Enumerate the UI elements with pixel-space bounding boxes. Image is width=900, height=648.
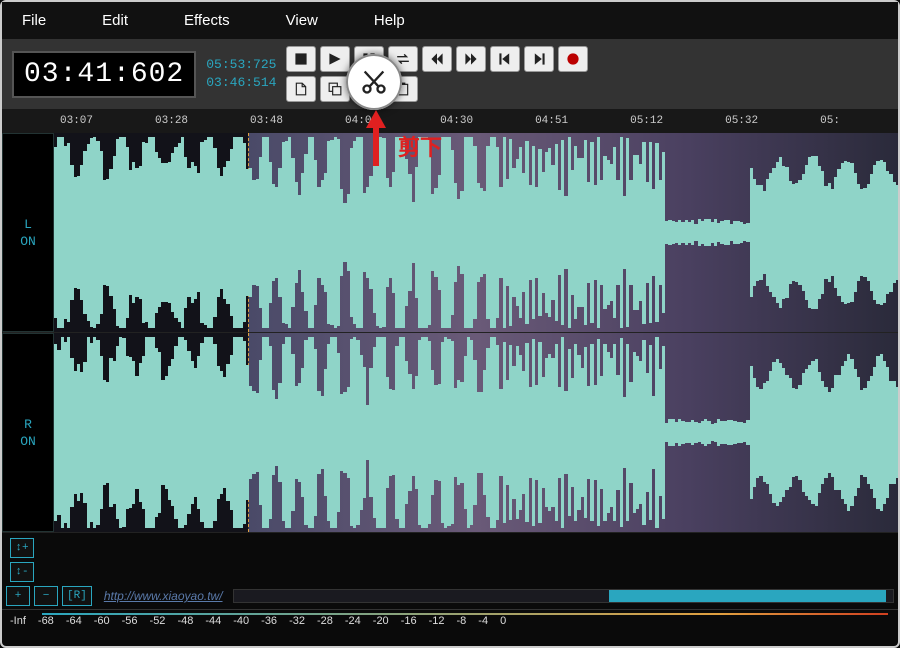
channel-state: ON [20, 434, 36, 449]
menu-bar: File Edit Effects View Help [2, 2, 898, 39]
cut-button-callout [346, 54, 402, 110]
menu-file[interactable]: File [14, 8, 54, 33]
menu-edit[interactable]: Edit [94, 8, 136, 33]
rewind-button[interactable] [422, 46, 452, 72]
scrollbar-thumb[interactable] [609, 590, 886, 602]
db-meter-scale: -Inf -68 -64 -60 -56 -52 -48 -44 -40 -36… [2, 609, 898, 631]
forward-button[interactable] [456, 46, 486, 72]
vzoom-in-button[interactable]: ↕+ [10, 538, 34, 558]
new-file-button[interactable] [286, 76, 316, 102]
track-left-label[interactable]: L ON [2, 133, 54, 332]
stop-button[interactable] [286, 46, 316, 72]
annotation-arrow [364, 110, 388, 171]
channel-state: ON [20, 234, 36, 249]
play-button[interactable] [320, 46, 350, 72]
horizontal-scrollbar[interactable] [233, 589, 894, 603]
channel-name: R [24, 417, 32, 432]
waveform-left[interactable] [54, 133, 898, 332]
menu-view[interactable]: View [278, 8, 326, 33]
toolbar: 03:41:602 05:53:725 03:46:514 [2, 39, 898, 109]
time-ruler[interactable]: 03:07 03:28 03:48 04:09 04:30 04:51 05:1… [2, 109, 898, 133]
menu-effects[interactable]: Effects [176, 8, 238, 33]
track-right-label[interactable]: R ON [2, 333, 54, 532]
zoom-out-button[interactable]: − [34, 586, 58, 606]
zoom-in-button[interactable]: + [6, 586, 30, 606]
time-sel-end: 03:46:514 [206, 74, 276, 92]
watermark-url: http://www.xiaoyao.tw/ [104, 589, 223, 603]
annotation-label: 剪下 [398, 130, 442, 162]
vzoom-out-button[interactable]: ↕- [10, 562, 34, 582]
waveform-right[interactable] [54, 333, 898, 532]
time-sel-start: 05:53:725 [206, 56, 276, 74]
zoom-reset-button[interactable]: [R] [62, 586, 92, 606]
channel-name: L [24, 217, 32, 232]
scissors-icon [360, 68, 388, 96]
time-selection: 05:53:725 03:46:514 [206, 56, 276, 92]
record-button[interactable] [558, 46, 588, 72]
menu-help[interactable]: Help [366, 8, 413, 33]
tracks-area: L ON R ON [2, 133, 898, 533]
skip-end-button[interactable] [524, 46, 554, 72]
time-counter: 03:41:602 [12, 51, 196, 98]
track-right: R ON [2, 333, 898, 533]
track-left: L ON [2, 133, 898, 333]
skip-start-button[interactable] [490, 46, 520, 72]
